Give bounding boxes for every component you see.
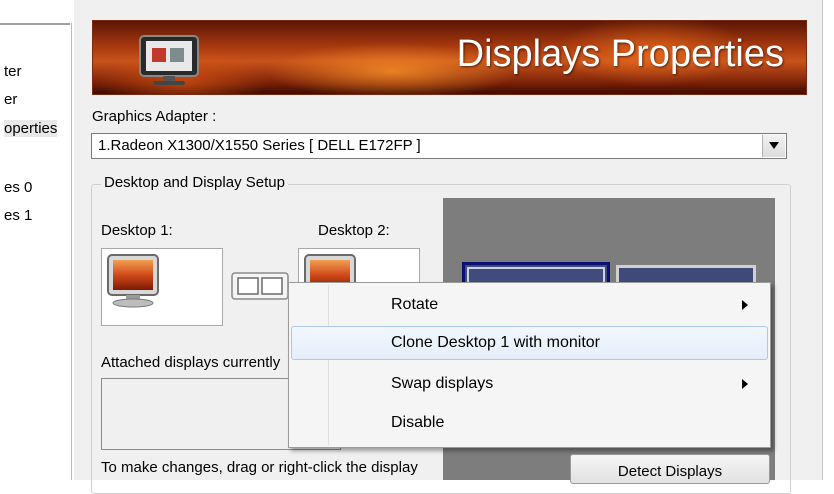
display-properties-icon [139,35,199,85]
attached-displays-label: Attached displays currently [101,354,281,371]
tree-item-0[interactable]: ter [4,63,22,80]
context-menu: Rotate Clone Desktop 1 with monitor Swap… [288,282,771,448]
right-edge [822,0,834,480]
monitor-icon [107,254,159,308]
header-banner: Displays Properties [92,20,807,95]
submenu-arrow-icon [742,379,748,389]
menu-item-label: Disable [391,414,445,431]
group-title: Desktop and Display Setup [101,174,288,191]
graphics-adapter-label: Graphics Adapter : [92,108,217,125]
tree-item-1[interactable]: er [4,91,17,108]
menu-item-swap-displays[interactable]: Swap displays [291,367,768,401]
banner-title: Displays Properties [456,33,784,75]
menu-item-rotate[interactable]: Rotate [291,288,768,322]
tree-item-3[interactable]: es 0 [4,179,32,196]
desktop-2-label: Desktop 2: [318,222,390,239]
submenu-arrow-icon [742,300,748,310]
tree-item-2[interactable]: operties [4,120,58,137]
menu-item-label: Rotate [391,296,439,313]
menu-item-disable[interactable]: Disable [291,406,768,440]
graphics-adapter-value: 1.Radeon X1300/X1550 Series [ DELL E172F… [98,137,421,154]
tree-top-border [0,23,70,25]
hint-text: To make changes, drag or right-click the… [101,459,418,476]
graphics-adapter-select[interactable]: 1.Radeon X1300/X1550 Series [ DELL E172F… [91,133,787,159]
link-connector-icon [231,272,289,300]
tree-splitter[interactable] [71,23,72,480]
desktop-1-label: Desktop 1: [101,222,173,239]
menu-item-label: Clone Desktop 1 with monitor [391,334,600,351]
device-tree-pane: ter er operties es 0 es 1 [0,0,74,480]
tree-item-4[interactable]: es 1 [4,207,32,224]
desktop-1-thumbnail[interactable] [101,248,223,326]
menu-item-label: Swap displays [391,375,494,392]
dropdown-arrow-icon[interactable] [762,135,785,157]
menu-item-clone-desktop[interactable]: Clone Desktop 1 with monitor [291,326,768,360]
